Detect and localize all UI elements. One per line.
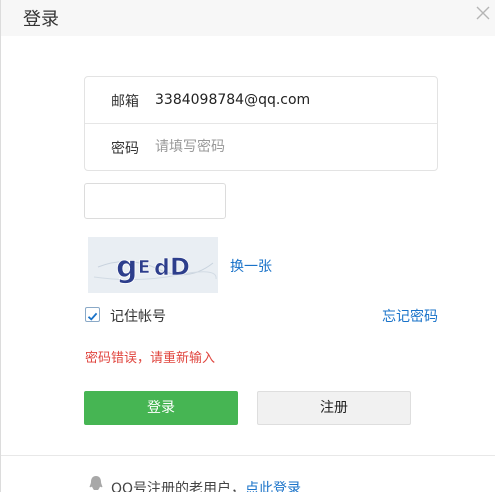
qq-login-link[interactable]: 点此登录	[245, 481, 301, 492]
footer-divider	[1, 455, 495, 456]
email-row: 邮箱	[85, 77, 437, 124]
dialog-header: 登录	[1, 0, 495, 36]
checkmark-icon	[87, 312, 98, 321]
footer-text: QQ号注册的老用户，点此登录	[111, 478, 301, 492]
email-field[interactable]	[155, 87, 425, 113]
captcha-image[interactable]: g E d D	[88, 237, 218, 293]
refresh-captcha-link[interactable]: 换一张	[230, 256, 272, 276]
close-icon[interactable]	[473, 3, 493, 23]
login-button[interactable]: 登录	[84, 391, 238, 425]
remember-label: 记住帐号	[110, 309, 166, 325]
forgot-password-link[interactable]: 忘记密码	[382, 306, 438, 326]
password-label: 密码	[111, 141, 139, 157]
qq-user-icon	[87, 474, 105, 492]
password-field[interactable]	[155, 134, 425, 160]
remember-checkbox[interactable]	[85, 307, 100, 322]
email-label: 邮箱	[111, 94, 139, 110]
captcha-input[interactable]	[84, 183, 226, 219]
login-dialog: 登录 邮箱 密码 g E d D 换一张	[0, 0, 495, 492]
register-button[interactable]: 注册	[257, 391, 411, 425]
svg-text:d: d	[154, 256, 170, 281]
footer-label: QQ号注册的老用户，	[111, 481, 246, 492]
credentials-box: 邮箱 密码	[84, 76, 438, 171]
svg-text:g: g	[116, 250, 137, 285]
svg-text:E: E	[138, 257, 150, 278]
error-message: 密码错误，请重新输入	[85, 351, 216, 366]
dialog-title: 登录	[23, 9, 59, 30]
password-row: 密码	[85, 124, 437, 171]
svg-text:D: D	[170, 253, 190, 281]
